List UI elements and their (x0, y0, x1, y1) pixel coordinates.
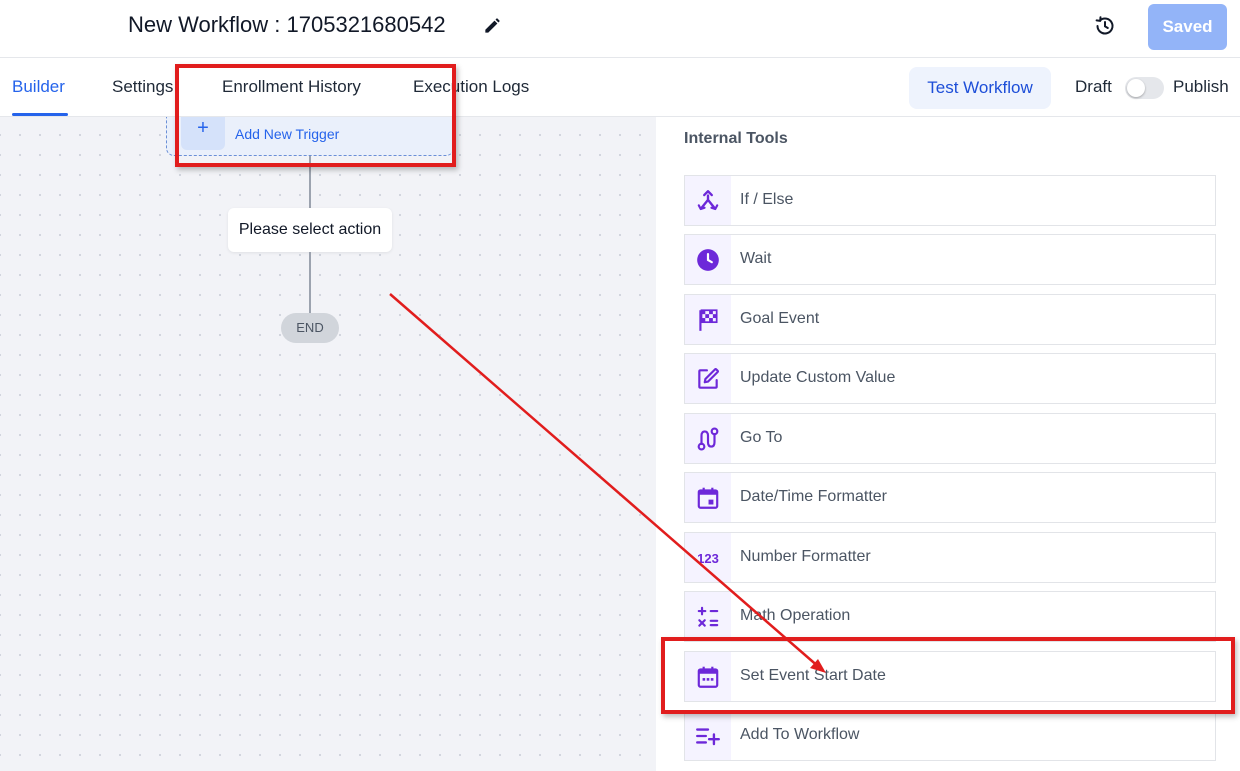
tab-builder[interactable]: Builder (12, 77, 65, 97)
pencil-icon[interactable] (482, 16, 502, 36)
tool-label: Number Formatter (740, 548, 871, 565)
tool-goal-event[interactable]: Goal Event (684, 294, 1216, 345)
publish-toggle[interactable] (1125, 77, 1164, 99)
tool-wait[interactable]: Wait (684, 234, 1216, 285)
toggle-knob (1127, 79, 1145, 97)
split-icon (685, 176, 731, 225)
workflow-title: New Workflow : 1705321680542 (128, 12, 446, 37)
tool-if-else[interactable]: If / Else (684, 175, 1216, 226)
end-node: END (281, 313, 339, 343)
section-title-internal-tools: Internal Tools (684, 130, 788, 147)
select-action-node[interactable]: Please select action (228, 208, 392, 252)
saved-button[interactable]: Saved (1148, 4, 1227, 50)
tool-go-to[interactable]: Go To (684, 413, 1216, 464)
tool-math-operation[interactable]: Math Operation (684, 591, 1216, 642)
draft-label: Draft (1075, 77, 1112, 96)
workflow-header: New Workflow : 1705321680542 Saved (0, 0, 1240, 58)
active-tab-indicator (12, 113, 68, 116)
playlist-add-icon (685, 711, 731, 760)
tool-number-formatter[interactable]: 123 Number Formatter (684, 532, 1216, 583)
workflow-canvas[interactable]: + Add New Trigger Please select action E… (0, 117, 656, 771)
tool-update-custom-value[interactable]: Update Custom Value (684, 353, 1216, 404)
checkered-flag-icon (685, 295, 731, 344)
calculator-icon (685, 592, 731, 641)
tool-label: Go To (740, 429, 783, 446)
tool-label: Update Custom Value (740, 369, 896, 386)
tool-add-to-workflow[interactable]: Add To Workflow (684, 710, 1216, 761)
route-icon (685, 414, 731, 463)
clock-icon (685, 235, 731, 284)
svg-text:123: 123 (697, 551, 719, 566)
tool-date-time-formatter[interactable]: Date/Time Formatter (684, 472, 1216, 523)
tool-label: Goal Event (740, 310, 820, 327)
test-workflow-button[interactable]: Test Workflow (909, 67, 1051, 109)
annotation-box-set-event-start-date (661, 637, 1235, 714)
edit-icon (685, 354, 731, 403)
tool-label: Date/Time Formatter (740, 488, 887, 505)
tool-label: Math Operation (740, 607, 851, 624)
history-icon[interactable] (1093, 14, 1117, 38)
tool-label: Wait (740, 250, 772, 267)
annotation-box-action-node (175, 64, 456, 167)
tool-label: If / Else (740, 191, 794, 208)
calendar-icon (685, 473, 731, 522)
tool-label: Add To Workflow (740, 726, 860, 743)
connector-line (309, 252, 311, 313)
tab-settings[interactable]: Settings (112, 77, 173, 97)
numbers-icon: 123 (685, 533, 731, 582)
publish-label: Publish (1173, 77, 1229, 96)
